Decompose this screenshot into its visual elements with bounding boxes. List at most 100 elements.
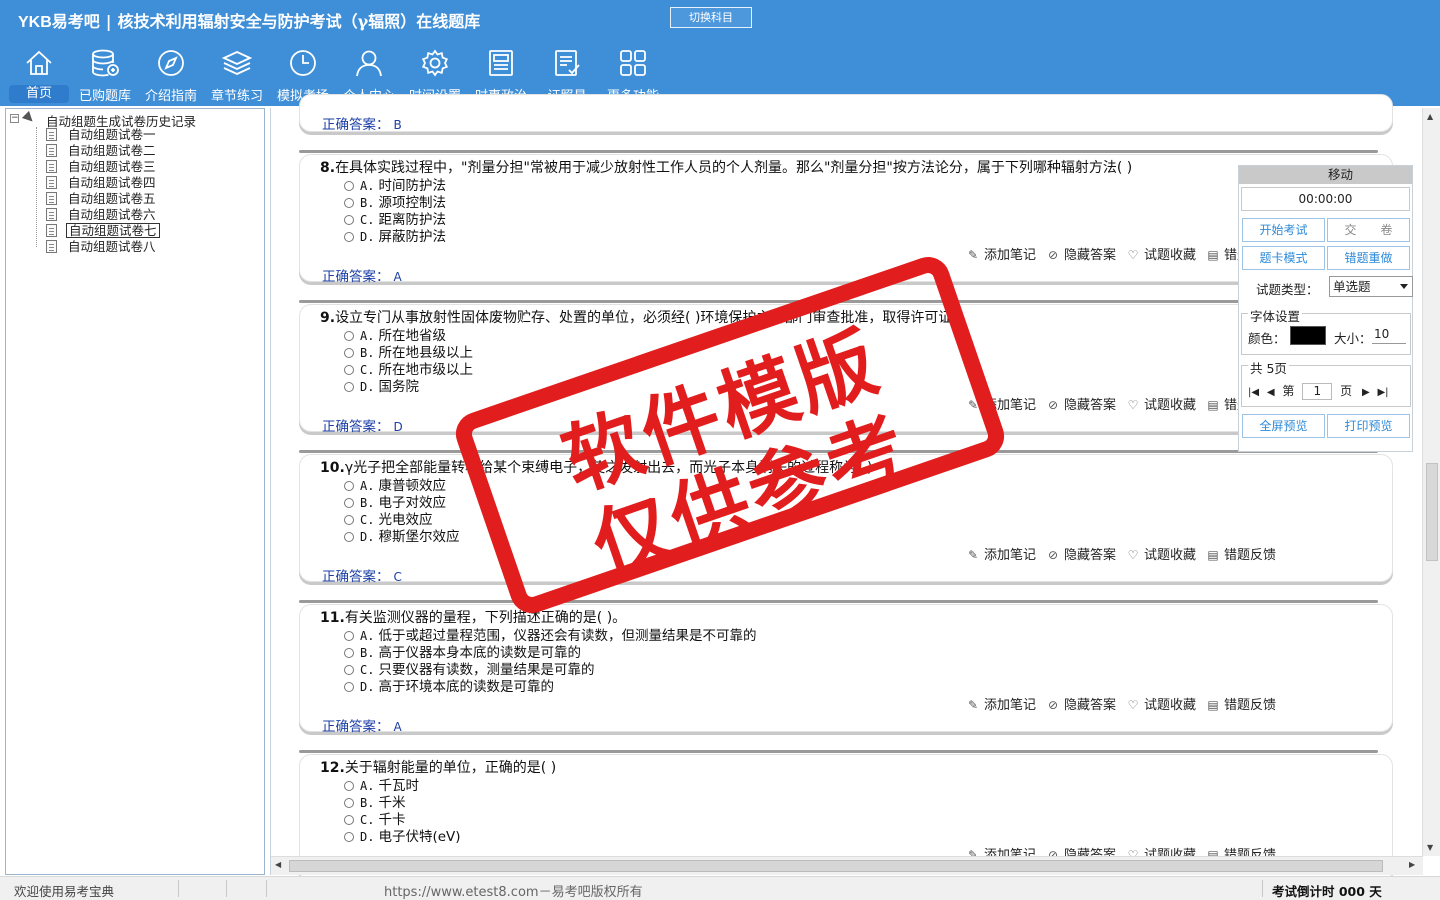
toolbar-purchased-button[interactable]: 已购题库 <box>72 44 138 104</box>
radio-button[interactable] <box>344 198 354 208</box>
action-label: 添加笔记 <box>984 398 1037 413</box>
panel-drag-handle[interactable]: 移动 <box>1239 166 1412 184</box>
radio-button[interactable] <box>344 815 354 825</box>
page-suffix: 页 <box>1340 384 1353 398</box>
radio-button[interactable] <box>344 631 354 641</box>
favorite-button[interactable]: ♡ 试题收藏 <box>1126 394 1196 413</box>
action-label: 隐藏答案 <box>1064 398 1117 413</box>
toolbar-label: 首页 <box>9 85 69 103</box>
add-note-button[interactable]: ✎ 添加笔记 <box>966 244 1036 263</box>
first-page-icon[interactable]: |◀ <box>1248 387 1259 398</box>
feedback-button[interactable]: ▤ 错题反馈 <box>1206 694 1276 713</box>
horizontal-scrollbar[interactable]: ◀ ▶ <box>271 856 1423 875</box>
copyright-text: https://www.etest8.com－易考吧版权所有 <box>384 885 643 900</box>
answer-option[interactable]: D. 电子伏特(eV) <box>344 825 461 845</box>
vertical-scrollbar[interactable]: ▲ ▼ <box>1422 108 1440 856</box>
radio-button[interactable] <box>344 832 354 842</box>
answer-option[interactable]: D. 屏蔽防护法 <box>344 225 446 245</box>
add-note-button[interactable]: ✎ 添加笔记 <box>966 394 1036 413</box>
document-icon <box>46 128 57 141</box>
hide-answer-button[interactable]: ⊘ 隐藏答案 <box>1046 544 1116 563</box>
color-label: 颜色： <box>1248 331 1286 346</box>
toolbar-chapter-button[interactable]: 章节练习 <box>204 44 270 104</box>
eye-off-icon: ⊘ <box>1047 248 1059 262</box>
toolbar-home-button[interactable]: 首页 <box>6 44 72 104</box>
scroll-right-icon[interactable]: ▶ <box>1409 860 1415 869</box>
toolbar-label: 介绍指南 <box>144 89 197 104</box>
radio-button[interactable] <box>344 781 354 791</box>
tree-item-label: 自动组题试卷六 <box>68 207 156 222</box>
next-page-icon[interactable]: ▶ <box>1362 387 1370 398</box>
radio-button[interactable] <box>344 682 354 692</box>
radio-button[interactable] <box>344 481 354 491</box>
wrong-redo-button[interactable]: 错题重做 <box>1327 246 1410 270</box>
radio-button[interactable] <box>344 665 354 675</box>
feedback-button[interactable]: ▤ 错题反馈 <box>1206 544 1276 563</box>
newspaper-icon <box>489 50 513 76</box>
option-text: 国务院 <box>378 379 419 395</box>
font-size-input[interactable]: 10 <box>1372 327 1406 344</box>
submit-exam-button[interactable]: 交 卷 <box>1327 218 1410 242</box>
hide-answer-button[interactable]: ⊘ 隐藏答案 <box>1046 244 1116 263</box>
radio-button[interactable] <box>344 331 354 341</box>
answer-label: 正确答案： <box>322 117 390 133</box>
answer-line: 正确答案： B <box>322 113 402 133</box>
document-icon <box>46 144 57 157</box>
fullscreen-preview-button[interactable]: 全屏预览 <box>1242 414 1325 438</box>
print-preview-button[interactable]: 打印预览 <box>1327 414 1410 438</box>
hide-answer-button[interactable]: ⊘ 隐藏答案 <box>1046 394 1116 413</box>
radio-button[interactable] <box>344 532 354 542</box>
question-stem: 在具体实践过程中，"剂量分担"常被用于减少放射性工作人员的个人剂量。那么"剂量分… <box>335 160 1133 176</box>
answer-option[interactable]: D. 高于环境本底的读数是可靠的 <box>344 675 554 695</box>
panel-title: 移动 <box>1327 167 1353 182</box>
prev-page-icon[interactable]: ◀ <box>1267 387 1275 398</box>
favorite-button[interactable]: ♡ 试题收藏 <box>1126 544 1196 563</box>
last-page-icon[interactable]: ▶| <box>1377 387 1388 398</box>
radio-button[interactable] <box>344 232 354 242</box>
add-note-button[interactable]: ✎ 添加笔记 <box>966 694 1036 713</box>
radio-button[interactable] <box>344 798 354 808</box>
heart-icon: ♡ <box>1127 548 1139 562</box>
radio-button[interactable] <box>344 648 354 658</box>
answer-value: A <box>393 720 402 734</box>
answer-option[interactable]: D. 国务院 <box>344 375 419 395</box>
color-picker[interactable] <box>1290 326 1326 345</box>
option-key: D. <box>360 230 375 244</box>
radio-button[interactable] <box>344 365 354 375</box>
collapse-icon[interactable]: − <box>10 114 19 123</box>
question-card: 10.γ光子把全部能量转移给某个束缚电子，使之发射出去，而光子本身消失的过程称为… <box>299 450 1393 585</box>
radio-button[interactable] <box>344 382 354 392</box>
favorite-button[interactable]: ♡ 试题收藏 <box>1126 694 1196 713</box>
toolbar-guide-button[interactable]: 介绍指南 <box>138 44 204 104</box>
answer-option[interactable]: D. 穆斯堡尔效应 <box>344 525 459 545</box>
hide-answer-button[interactable]: ⊘ 隐藏答案 <box>1046 694 1116 713</box>
radio-button[interactable] <box>344 215 354 225</box>
vertical-scroll-thumb[interactable] <box>1426 463 1438 561</box>
favorite-button[interactable]: ♡ 试题收藏 <box>1126 244 1196 263</box>
option-key: D. <box>360 530 375 544</box>
answer-label: 正确答案： <box>322 419 390 435</box>
card-mode-button[interactable]: 题卡模式 <box>1242 246 1325 270</box>
add-note-button[interactable]: ✎ 添加笔记 <box>966 544 1036 563</box>
scroll-left-icon[interactable]: ◀ <box>275 860 281 869</box>
answer-label: 正确答案： <box>322 569 390 585</box>
scroll-down-icon[interactable]: ▼ <box>1427 843 1433 852</box>
start-exam-button[interactable]: 开始考试 <box>1242 218 1325 242</box>
scroll-up-icon[interactable]: ▲ <box>1427 112 1433 121</box>
radio-button[interactable] <box>344 515 354 525</box>
database-icon <box>92 49 119 77</box>
radio-button[interactable] <box>344 498 354 508</box>
action-label: 试题收藏 <box>1144 548 1197 563</box>
radio-button[interactable] <box>344 348 354 358</box>
page-number-input[interactable]: 1 <box>1302 383 1333 400</box>
feedback-icon: ▤ <box>1207 548 1219 562</box>
horizontal-scroll-thumb[interactable] <box>289 860 1383 872</box>
feedback-icon: ▤ <box>1207 398 1219 412</box>
switch-subject-button[interactable]: 切换科目 <box>670 7 752 28</box>
document-icon <box>46 240 57 253</box>
question-type-select[interactable]: 单选题 <box>1329 276 1413 297</box>
radio-button[interactable] <box>344 181 354 191</box>
gear-icon <box>421 49 449 77</box>
heart-icon: ♡ <box>1127 248 1139 262</box>
feedback-icon: ▤ <box>1207 248 1219 262</box>
